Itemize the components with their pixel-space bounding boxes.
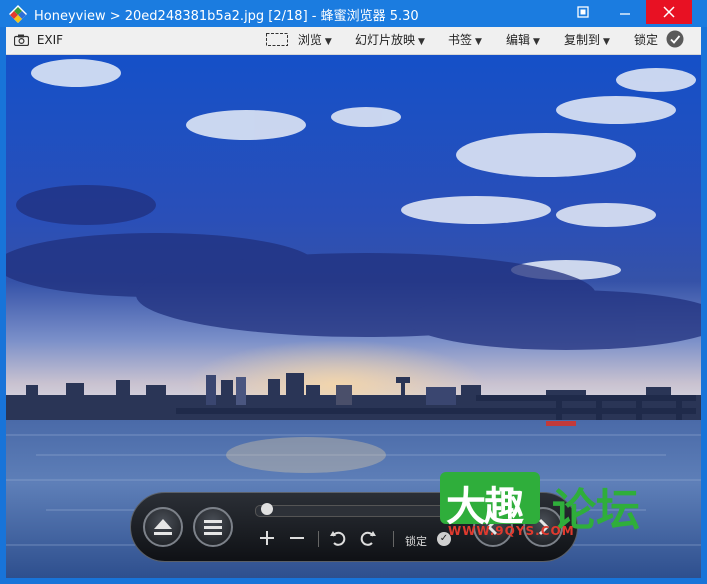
separator [393,531,394,547]
close-icon [663,6,675,18]
chevron-down-icon: ▼ [418,37,425,47]
zoom-in-icon [260,531,274,545]
rotate-left-button[interactable] [329,529,347,550]
edit-label: 编辑 [506,33,531,47]
app-logo-icon [9,5,27,23]
zoom-out-icon [290,537,304,539]
menu-button[interactable] [193,507,233,547]
rotate-right-icon [360,531,376,546]
fit-screen-icon [266,33,288,46]
menu-icon [204,520,222,535]
chevron-down-icon: ▼ [324,37,332,47]
chevron-down-icon: ▼ [475,37,482,47]
eject-button[interactable] [143,507,183,547]
lock-label[interactable]: 锁定 [405,533,427,549]
window-title: Honeyview > 20ed248381b5a2.jpg [2/18] - … [34,9,419,24]
rotate-right-button[interactable] [359,529,377,550]
slideshow-label: 幻灯片放映 [355,33,416,47]
fullscreen-icon [577,6,589,18]
watermark-url: WWW.9QYS.COM [448,524,575,538]
zoom-in-button[interactable] [259,529,275,549]
bookmarks-menu[interactable]: 书签 ▼ [448,27,482,54]
progress-track[interactable] [255,505,447,517]
close-button[interactable] [646,0,692,24]
camera-icon [13,34,30,47]
eject-icon [154,519,172,535]
browse-label: 浏览 [297,33,322,47]
exif-label: EXIF [36,33,64,47]
watermark-logo: 大趣 论坛 WWW.9QYS.COM [440,470,670,545]
bookmarks-label: 书签 [448,33,473,47]
minimize-button[interactable] [610,0,640,24]
chevron-down-icon: ▼ [603,37,610,47]
app-window: Honeyview > 20ed248381b5a2.jpg [2/18] - … [0,0,707,584]
toolbar: EXIF 浏览 ▼ 幻灯片放映 ▼ 书签 ▼ 编辑 ▼ 复制到 ▼ 锁定 [6,27,701,55]
chevron-down-icon: ▼ [533,37,540,47]
progress-thumb[interactable] [261,503,273,515]
copy-to-label: 复制到 [564,33,601,47]
exif-button[interactable]: EXIF [13,27,64,54]
browse-menu[interactable]: 浏览 ▼ [266,27,332,54]
zoom-out-button[interactable] [289,529,305,549]
fullscreen-button[interactable] [568,0,598,24]
rotate-left-icon [330,531,346,546]
lock-button[interactable]: 锁定 [634,27,684,54]
slideshow-menu[interactable]: 幻灯片放映 ▼ [355,27,425,54]
minimize-icon [620,13,630,15]
title-bar[interactable]: Honeyview > 20ed248381b5a2.jpg [2/18] - … [0,0,707,27]
check-circle-icon [666,30,684,48]
separator [318,531,319,547]
edit-menu[interactable]: 编辑 ▼ [506,27,540,54]
copy-to-menu[interactable]: 复制到 ▼ [564,27,610,54]
lock-label: 锁定 [634,33,659,47]
